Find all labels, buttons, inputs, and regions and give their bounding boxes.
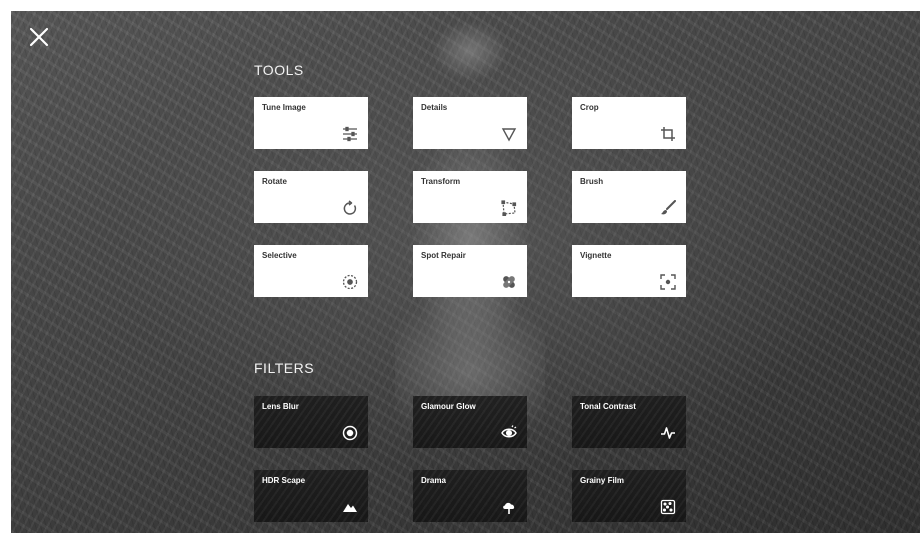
tool-vignette[interactable]: Vignette (572, 245, 686, 297)
tool-selective[interactable]: Selective (254, 245, 368, 297)
filter-hdr-scape[interactable]: HDR Scape (254, 470, 368, 522)
filter-label: Drama (421, 476, 446, 485)
filter-tonal-contrast[interactable]: Tonal Contrast (572, 396, 686, 448)
rotate-icon (342, 200, 358, 216)
tool-label: Rotate (262, 177, 287, 186)
tool-label: Tune Image (262, 103, 306, 112)
tool-label: Transform (421, 177, 461, 186)
tools-heading: TOOLS (254, 62, 304, 78)
tool-details[interactable]: Details (413, 97, 527, 149)
tool-label: Spot Repair (421, 251, 466, 260)
close-icon (29, 27, 49, 47)
close-button[interactable] (28, 26, 50, 48)
filter-label: Glamour Glow (421, 402, 476, 411)
tool-crop[interactable]: Crop (572, 97, 686, 149)
filter-grainy-film[interactable]: Grainy Film (572, 470, 686, 522)
tool-label: Vignette (580, 251, 612, 260)
mountain-icon (342, 499, 358, 515)
sliders-icon (342, 126, 358, 142)
cloud-icon (501, 499, 517, 515)
filter-lens-blur[interactable]: Lens Blur (254, 396, 368, 448)
tool-brush[interactable]: Brush (572, 171, 686, 223)
brush-icon (660, 200, 676, 216)
tool-rotate[interactable]: Rotate (254, 171, 368, 223)
filter-label: HDR Scape (262, 476, 306, 485)
pulse-icon (660, 425, 676, 441)
filter-glamour-glow[interactable]: Glamour Glow (413, 396, 527, 448)
filter-label: Tonal Contrast (580, 402, 636, 411)
filter-label: Grainy Film (580, 476, 625, 485)
tool-label: Crop (580, 103, 599, 112)
transform-icon (501, 200, 517, 216)
tool-transform[interactable]: Transform (413, 171, 527, 223)
filter-drama[interactable]: Drama (413, 470, 527, 522)
lens-icon (342, 425, 358, 441)
vignette-icon (660, 274, 676, 290)
eye-icon (501, 425, 517, 441)
bandage-icon (501, 274, 517, 290)
triangle-icon (501, 126, 517, 142)
crop-icon (660, 126, 676, 142)
tool-label: Brush (580, 177, 604, 186)
tool-spot-repair[interactable]: Spot Repair (413, 245, 527, 297)
filters-heading: FILTERS (254, 360, 315, 376)
film-grain-icon (660, 499, 676, 515)
tool-label: Details (421, 103, 448, 112)
filter-label: Lens Blur (262, 402, 299, 411)
tool-tune-image[interactable]: Tune Image (254, 97, 368, 149)
tool-label: Selective (262, 251, 297, 260)
target-icon (342, 274, 358, 290)
